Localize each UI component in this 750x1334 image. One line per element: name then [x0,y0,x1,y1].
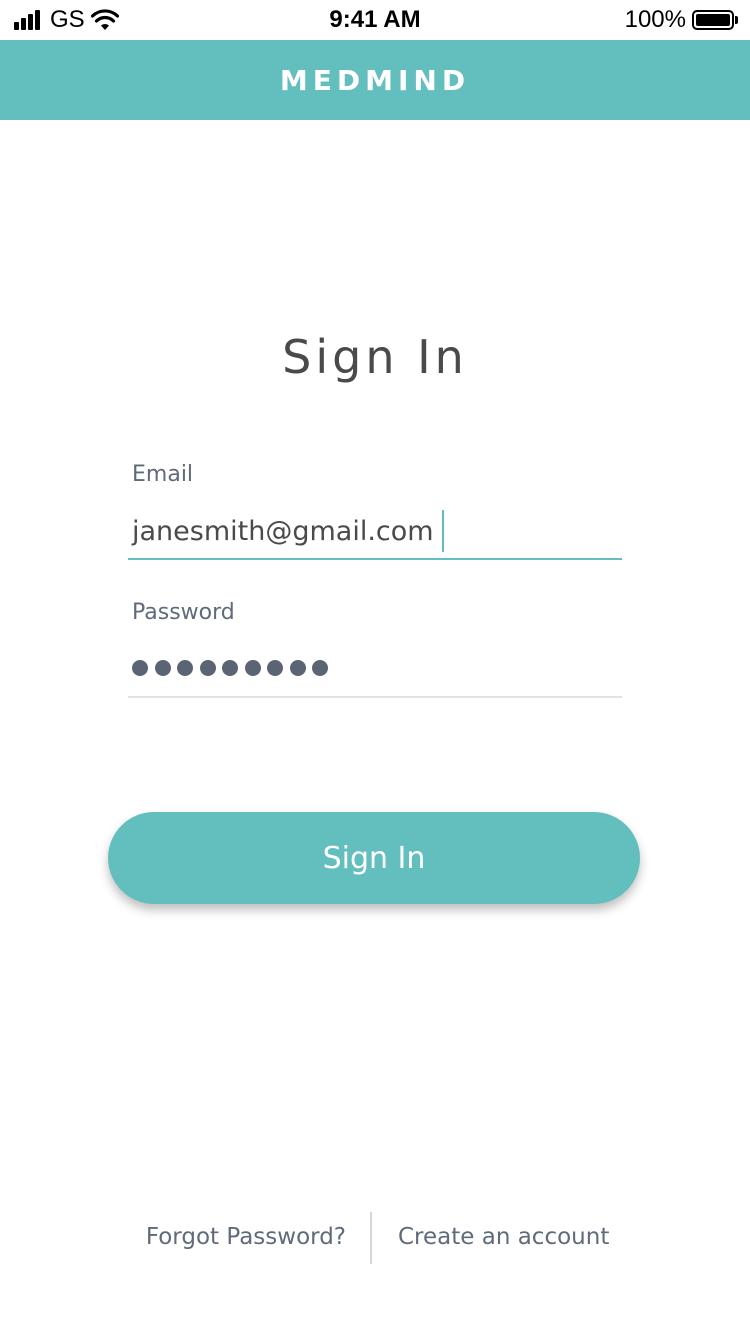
password-dot [222,660,238,676]
password-mask [132,660,335,676]
email-value: janesmith@gmail.com [132,515,434,547]
password-dot [312,660,328,676]
password-label: Password [132,600,235,625]
password-dot [154,660,171,676]
email-label: Email [132,462,194,487]
battery-tip [735,16,738,24]
app-title: MEDMIND [279,63,471,97]
create-account-link[interactable]: Create an account [398,1224,609,1250]
password-dot [132,660,148,676]
password-dot [244,660,261,676]
battery-icon [692,10,734,30]
password-dot [289,660,306,676]
email-field[interactable]: janesmith@gmail.com [128,504,622,560]
status-right: 100% [625,7,738,33]
app-header: MEDMIND [0,40,750,120]
password-dot [267,660,283,676]
text-cursor [441,510,444,552]
footer-divider [370,1212,372,1264]
sign-in-button[interactable]: Sign In [108,812,640,904]
password-field[interactable] [128,640,622,698]
password-dot [199,660,216,676]
battery-fill [696,14,730,26]
battery-percent: 100% [624,6,686,33]
password-dot [177,660,193,676]
sign-in-screen: GS 9:41 AM 100% MEDMIND Sign In Email ja… [0,0,750,1334]
status-bar: GS 9:41 AM 100% [0,0,750,40]
footer-links: Forgot Password? Create an account [0,1212,750,1264]
page-title: Sign In [282,330,468,384]
forgot-password-link[interactable]: Forgot Password? [146,1224,346,1250]
